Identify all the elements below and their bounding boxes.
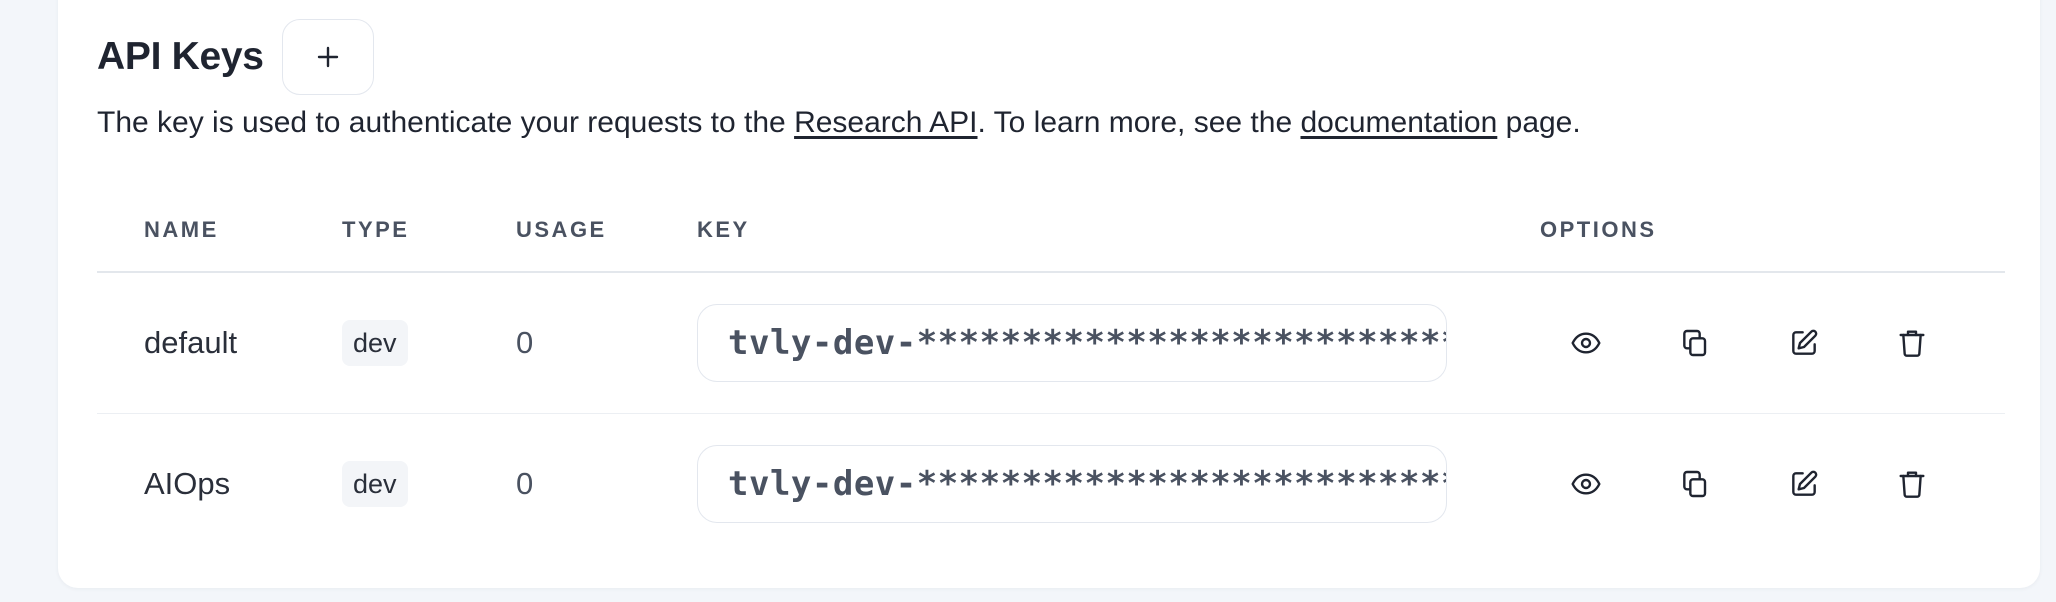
api-key-value: tvly-dev-*******************************… [728, 464, 1446, 504]
copy-key-button[interactable] [1668, 316, 1722, 370]
description-suffix: page. [1497, 106, 1581, 139]
delete-key-button[interactable] [1885, 316, 1939, 370]
table-header: NAME TYPE USAGE KEY OPTIONS [97, 205, 2005, 273]
show-key-button[interactable] [1559, 316, 1613, 370]
documentation-link[interactable]: documentation [1300, 106, 1497, 139]
copy-icon [1683, 329, 1707, 357]
description-prefix: The key is used to authenticate your req… [97, 106, 795, 139]
research-api-link[interactable]: Research API [794, 106, 977, 139]
key-name: AIOps [144, 466, 231, 501]
trash-icon [1899, 471, 1925, 498]
table-row: default dev 0 tvly-dev-*****************… [97, 273, 2005, 414]
edit-icon [1792, 329, 1818, 355]
edit-key-button[interactable] [1777, 457, 1831, 511]
api-keys-description: The key is used to authenticate your req… [97, 106, 1581, 140]
column-header-usage: USAGE [516, 217, 607, 242]
table-row: AIOps dev 0 tvly-dev-*******************… [97, 414, 2005, 554]
key-name: default [144, 325, 238, 360]
column-header-type: TYPE [342, 217, 410, 242]
copy-icon [1683, 470, 1707, 498]
edit-icon [1792, 470, 1818, 496]
page-title: API Keys [97, 35, 264, 78]
delete-key-button[interactable] [1885, 457, 1939, 511]
api-keys-header: API Keys [97, 18, 374, 96]
key-usage: 0 [516, 466, 534, 501]
column-header-options: OPTIONS [1540, 217, 1657, 242]
key-usage: 0 [516, 325, 534, 360]
add-api-key-button[interactable] [281, 19, 374, 95]
description-middle: . To learn more, see the [977, 106, 1301, 139]
key-type-badge: dev [342, 320, 408, 366]
column-header-key: KEY [697, 217, 750, 242]
api-key-field[interactable]: tvly-dev-*******************************… [697, 304, 1447, 382]
api-keys-table: NAME TYPE USAGE KEY OPTIONS default dev … [97, 205, 2005, 554]
eye-icon [1571, 473, 1601, 495]
trash-icon [1899, 330, 1925, 357]
column-header-name: NAME [144, 217, 219, 242]
edit-key-button[interactable] [1777, 316, 1831, 370]
show-key-button[interactable] [1559, 457, 1613, 511]
eye-icon [1571, 332, 1601, 354]
plus-icon [317, 46, 338, 68]
api-key-field[interactable]: tvly-dev-*******************************… [697, 445, 1447, 523]
key-type-badge: dev [342, 461, 408, 507]
copy-key-button[interactable] [1668, 457, 1722, 511]
api-key-value: tvly-dev-*******************************… [728, 323, 1446, 363]
